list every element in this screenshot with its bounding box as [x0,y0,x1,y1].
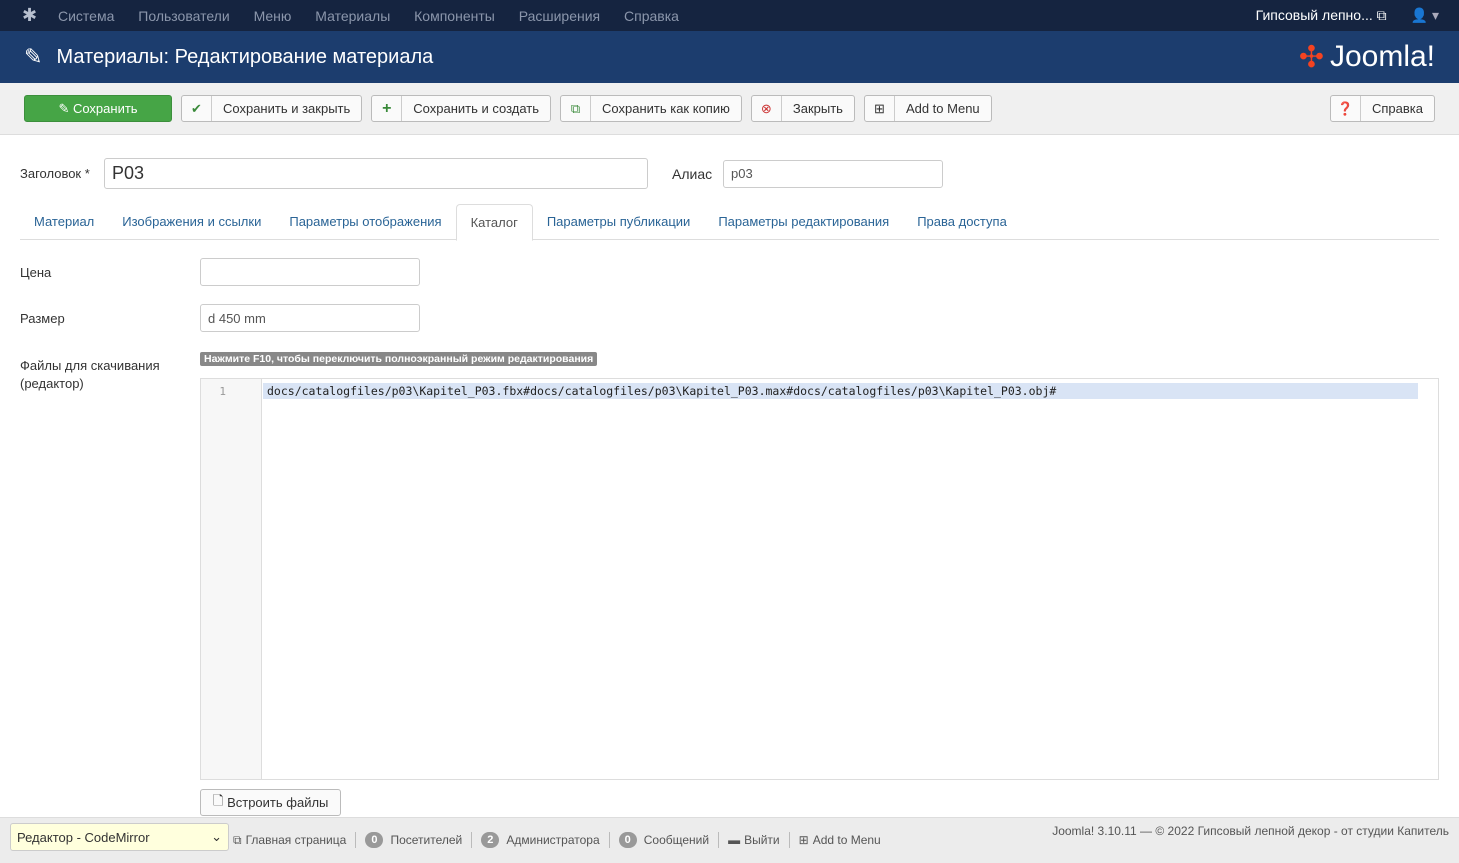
add-menu-label: Add to Menu [812,833,881,847]
admins-label: Администратора [506,833,600,847]
minus-icon: ▬ [728,833,741,847]
question-icon: ❓ [1331,96,1361,121]
chevron-down-icon: ⌄ [211,829,222,844]
alias-input[interactable] [723,159,943,188]
save-button[interactable]: ✎ Сохранить [24,95,172,122]
save-label: Сохранить [72,101,138,116]
tree-icon: ⊞ [798,833,809,847]
file-add-icon: 🗋 [213,792,228,808]
copy-icon: ⧉ [561,96,592,121]
embed-files-label: Встроить файлы [227,795,329,810]
user-menu[interactable]: 👤 ▾ [1411,7,1439,24]
save-close-button[interactable]: ✔ Сохранить и закрыть [181,95,363,122]
embed-files-button[interactable]: 🗋 Встроить файлы [200,789,342,816]
save-new-label: Сохранить и создать [413,101,540,116]
plus-icon: + [372,96,403,121]
messages-label: Сообщений [643,833,710,847]
home-label: Главная страница [245,833,347,847]
site-link[interactable]: Гипсовый лепно... ⧉ [1256,7,1387,24]
pencil-icon: ✎ [24,44,43,69]
visitors-label: Посетителей [390,833,463,847]
code-editor[interactable]: 1 docs/catalogfiles/p03\Kapitel_P03.fbx#… [200,378,1439,780]
copyright: Joomla! 3.10.11 — © 2022 Гипсовый лепной… [1052,824,1449,838]
site-name: Гипсовый лепно... [1255,7,1373,23]
editor-select[interactable]: Редактор - CodeMirror ⌄ [10,823,229,851]
external-link-icon: ⧉ [1376,7,1387,23]
admins-badge: 2 [481,832,500,848]
logout-label: Выйти [744,833,780,847]
logout-link[interactable]: ▬ Выйти [719,832,790,848]
help-button[interactable]: ❓ Справка [1330,95,1435,122]
edit-icon: ✎ [58,100,73,116]
tab-images[interactable]: Изображения и ссылки [108,204,275,239]
save-close-label: Сохранить и закрыть [223,101,351,116]
check-icon: ✔ [182,96,212,121]
page-title: Материалы: Редактирование материала [56,45,434,68]
alias-label: Алиас [672,165,713,182]
messages-badge: 0 [618,832,637,848]
menu-menus[interactable]: Меню [254,8,292,24]
home-link[interactable]: ⧉ Главная страница [233,832,357,848]
title-input[interactable] [104,158,648,189]
price-label: Цена [20,265,52,280]
size-label: Размер [20,311,65,326]
editor-select-value: Редактор - CodeMirror [17,829,150,845]
cancel-icon: ⊗ [752,96,782,121]
add-to-menu-link[interactable]: ⊞ Add to Menu [790,832,890,848]
tab-permissions[interactable]: Права доступа [903,204,1021,239]
help-label: Справка [1372,101,1423,116]
save-new-button[interactable]: + Сохранить и создать [371,95,552,122]
logo-text: Joomla! [1329,40,1435,73]
tab-editing[interactable]: Параметры редактирования [704,204,903,239]
title-label: Заголовок * [20,166,90,181]
add-to-menu-button[interactable]: ⊞ Add to Menu [863,95,992,122]
line-number: 1 [201,379,262,779]
save-copy-label: Сохранить как копию [602,101,730,116]
toolbar: ✎ Сохранить ✔ Сохранить и закрыть + Сохран… [0,83,1459,135]
joomla-icon[interactable]: ✱ [22,5,48,26]
joomla-logo: ✣ Joomla! [1298,40,1435,74]
top-navbar: ✱ Система Пользователи Меню Материалы Ко… [0,0,1459,31]
menu-content[interactable]: Материалы [315,8,390,24]
visitors-item[interactable]: 0 Посетителей [356,832,473,848]
admins-item[interactable]: 2 Администратора [472,832,610,848]
menu-components[interactable]: Компоненты [414,8,495,24]
tab-display[interactable]: Параметры отображения [275,204,455,239]
close-button[interactable]: ⊗ Закрыть [750,95,855,122]
menu-extensions[interactable]: Расширения [519,8,600,24]
tab-content[interactable]: Материал [20,204,108,239]
tree-icon: ⊞ [865,96,895,121]
status-bar: Редактор - CodeMirror ⌄ ⧉ Главная страниц… [0,817,1459,863]
tab-publishing[interactable]: Параметры публикации [533,204,704,239]
size-input[interactable] [200,304,420,332]
save-copy-button[interactable]: ⧉ Сохранить как копию [560,95,742,122]
messages-item[interactable]: 0 Сообщений [610,832,720,848]
price-input[interactable] [200,258,420,286]
code-line[interactable]: docs/catalogfiles/p03\Kapitel_P03.fbx#do… [263,383,1418,399]
menu-help[interactable]: Справка [624,8,679,24]
close-label: Закрыть [792,101,843,116]
tab-bar: Материал Изображения и ссылки Параметры … [20,204,1439,241]
status-items: ⧉ Главная страница 0 Посетителей 2 Админис… [233,832,890,848]
fullscreen-hint: Нажмите F10, чтобы переключить полноэкра… [200,352,598,366]
files-label: Файлы для скачивания (редактор) [20,358,160,391]
page-header: ✎ Материалы: Редактирование материала ✣ J… [0,31,1459,83]
add-menu-label: Add to Menu [905,101,980,116]
tab-catalog[interactable]: Каталог [455,204,533,241]
visitors-badge: 0 [365,832,384,848]
menu-system[interactable]: Система [58,8,114,24]
menu-users[interactable]: Пользователи [138,8,229,24]
